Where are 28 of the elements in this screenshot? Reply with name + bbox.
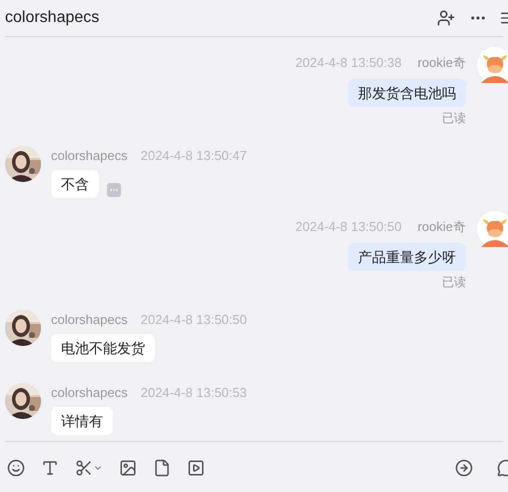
message-time: 2024-4-8 13:50:50 [140,312,247,328]
message-time: 2024-4-8 13:50:50 [295,219,402,235]
text-format-icon[interactable] [41,459,59,477]
file-icon[interactable] [153,459,171,477]
share-icon[interactable] [455,459,473,477]
sender-name: rookie奇 [418,219,466,235]
message-bubble: 那发货含电池吗 [348,79,466,107]
message-bubble: 详情有 [51,407,113,435]
sender-name: colorshapecs [51,385,128,401]
bull-avatar [477,47,508,83]
chat-title: colorshapecs [5,8,100,28]
message-time: 2024-4-8 13:50:47 [140,148,247,164]
message-bubble: 产品重量多少呀 [348,243,466,271]
sender-name: colorshapecs [51,312,128,328]
scissors-icon[interactable] [75,459,103,477]
sender-name: rookie奇 [418,55,466,71]
bull-avatar [477,211,508,247]
message-time: 2024-4-8 13:50:38 [295,55,402,71]
read-status: 已读 [442,275,466,289]
add-member-icon[interactable] [437,9,455,27]
message-time: 2024-4-8 13:50:53 [140,385,247,401]
message-bubble: 不含 [51,170,99,198]
video-icon[interactable] [187,459,205,477]
read-status: 已读 [442,111,466,125]
sender-name: colorshapecs [51,148,128,164]
message-bubble: 电池不能发货 [51,334,155,362]
image-icon[interactable] [119,459,137,477]
emoji-icon[interactable] [7,459,25,477]
